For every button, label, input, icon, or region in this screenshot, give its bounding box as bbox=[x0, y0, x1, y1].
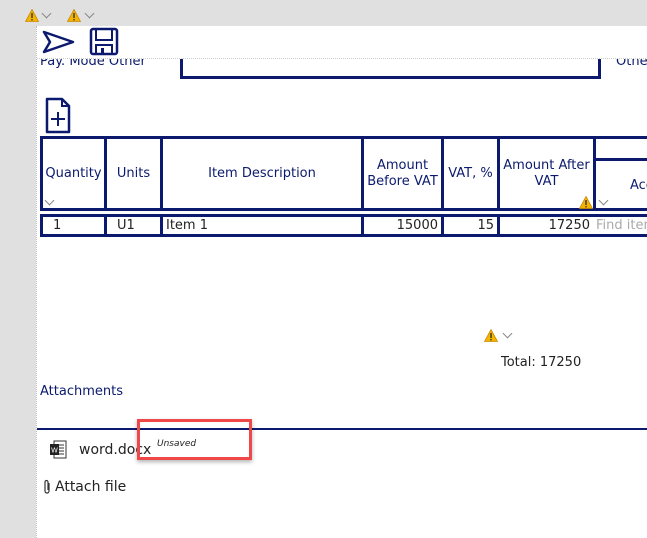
header-label: VAT, % bbox=[448, 165, 493, 181]
header-label: Amount After VAT bbox=[503, 157, 590, 189]
toolbar bbox=[37, 26, 647, 59]
column-header-item-description[interactable]: Item Description bbox=[160, 136, 364, 211]
header-label: Quantity bbox=[45, 165, 102, 181]
column-header-units[interactable]: Units bbox=[104, 136, 163, 211]
cell-text: Item 1 bbox=[166, 218, 208, 233]
placeholder-text: Find item bbox=[596, 218, 647, 233]
header-divider bbox=[593, 158, 647, 161]
warning-icon[interactable] bbox=[579, 196, 593, 209]
add-document-icon[interactable] bbox=[45, 97, 71, 134]
column-header-vat[interactable]: VAT, % bbox=[441, 136, 500, 211]
send-icon[interactable] bbox=[42, 30, 75, 54]
cell-text: 17250 bbox=[548, 218, 590, 233]
form-content: Pay. Mode Other Othe Quantity Units Item… bbox=[36, 26, 647, 538]
header-label: Units bbox=[116, 165, 151, 181]
warning-icon[interactable] bbox=[67, 9, 81, 22]
chevron-down-icon[interactable] bbox=[84, 8, 95, 19]
chevron-down-icon[interactable] bbox=[502, 328, 513, 339]
cell-quantity[interactable]: 1 bbox=[40, 214, 107, 237]
warning-icon[interactable] bbox=[25, 9, 39, 22]
attachments-title: Attachments bbox=[40, 384, 123, 399]
svg-text:W: W bbox=[51, 447, 58, 455]
paperclip-icon bbox=[44, 479, 50, 494]
attach-file-label: Attach file bbox=[55, 479, 127, 495]
cell-amount-after-vat[interactable]: 17250 bbox=[497, 214, 596, 237]
word-file-icon: W bbox=[50, 440, 67, 459]
cell-units[interactable]: U1 bbox=[104, 214, 163, 237]
warning-icon[interactable] bbox=[484, 329, 498, 342]
cell-description[interactable]: Item 1 bbox=[160, 214, 364, 237]
cell-text: 15000 bbox=[396, 218, 438, 233]
cell-text: U1 bbox=[117, 218, 135, 233]
cell-text: 1 bbox=[53, 218, 62, 233]
attach-file-button[interactable]: Attach file bbox=[43, 479, 126, 495]
cell-amount-before-vat[interactable]: 15000 bbox=[361, 214, 444, 237]
total-label: Total: 17250 bbox=[501, 355, 582, 370]
header-label: Acc bbox=[630, 178, 647, 193]
header-label: Amount Before VAT bbox=[367, 157, 438, 189]
chevron-down-icon[interactable] bbox=[41, 8, 52, 19]
unsaved-status: Unsaved bbox=[157, 439, 197, 449]
divider bbox=[37, 428, 647, 430]
cell-vat[interactable]: 15 bbox=[441, 214, 500, 237]
column-header-amount-before-vat[interactable]: Amount Before VAT bbox=[361, 136, 444, 211]
save-icon[interactable] bbox=[89, 27, 119, 56]
account-search-input[interactable]: Find item bbox=[593, 214, 647, 237]
cell-text: 15 bbox=[477, 218, 494, 233]
header-label: Item Description bbox=[208, 165, 316, 181]
